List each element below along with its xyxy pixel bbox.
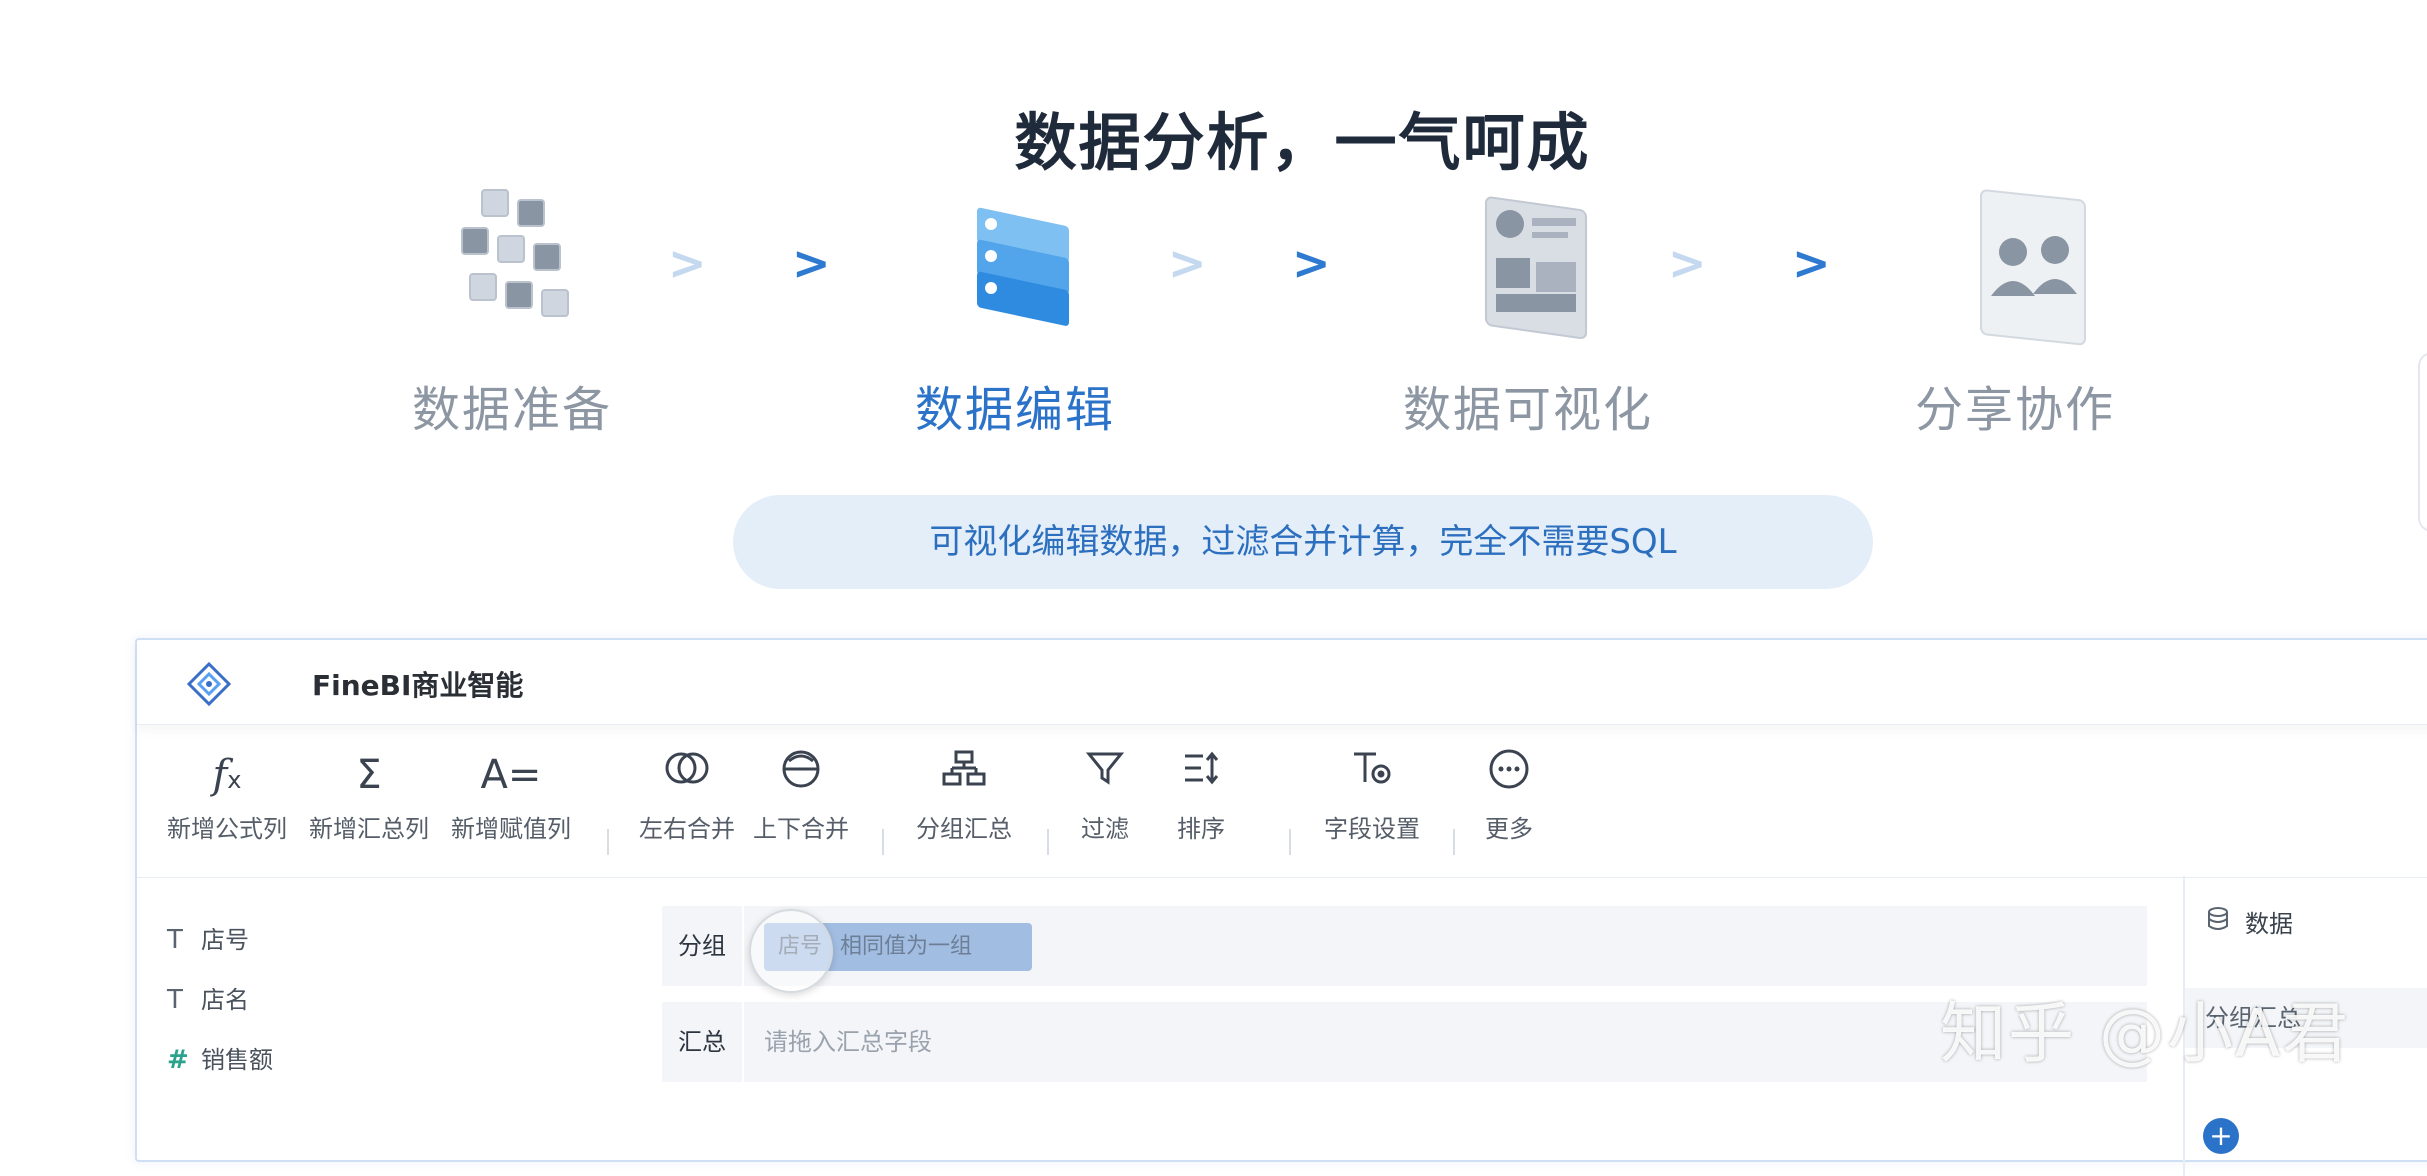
step-label: 数据编辑: [914, 382, 1115, 438]
text-type-icon: T: [167, 925, 183, 955]
group-row-label: 分组: [662, 906, 744, 986]
tool-label: 更多: [1485, 815, 1533, 843]
tool-label: 左右合并: [639, 815, 735, 843]
step-label: 分享协作: [1914, 382, 2115, 438]
data-visualization-illustration: [1438, 170, 1618, 350]
chevron-right-icon: >: [1168, 236, 1207, 290]
step-share-collaborate[interactable]: 分享协作: [1835, 170, 2195, 440]
sigma-icon: Σ: [356, 752, 382, 798]
toolbar-divider: [1047, 829, 1049, 855]
finebi-logo-icon: [185, 660, 233, 708]
sort-button[interactable]: 排序: [1171, 747, 1231, 844]
group-summary-button[interactable]: 分组汇总: [909, 747, 1019, 844]
add-summary-column-button[interactable]: Σ 新增汇总列: [309, 747, 429, 844]
toolbar-divider: [1289, 829, 1291, 855]
tool-label: 新增公式列: [167, 815, 287, 843]
side-data-label: 数据: [2245, 910, 2293, 938]
app-header: FineBI商业智能: [137, 640, 2427, 725]
step-label: 数据可视化: [1402, 382, 1653, 438]
toolbar-divider: [607, 829, 609, 855]
data-edit-illustration: [925, 170, 1105, 350]
chip-mode[interactable]: 相同值为一组: [840, 934, 972, 959]
field-item[interactable]: # 销售额: [167, 1030, 273, 1090]
field-settings-icon: [1317, 747, 1427, 803]
add-formula-column-button[interactable]: fx 新增公式列: [167, 747, 287, 844]
app-window: FineBI商业智能 fx 新增公式列 Σ 新增汇总列 A= 新增赋值列 左右合…: [135, 638, 2427, 1176]
merge-horizontal-icon: [637, 747, 737, 803]
add-step-icon[interactable]: +: [2203, 1118, 2239, 1154]
feature-tagline: 可视化编辑数据，过滤合并计算，完全不需要SQL: [733, 495, 1873, 589]
toolbar: fx 新增公式列 Σ 新增汇总列 A= 新增赋值列 左右合并 上下合并 分组汇总…: [137, 725, 2427, 878]
chevron-right-icon: >: [668, 236, 707, 290]
number-type-icon: #: [167, 1045, 189, 1075]
database-icon: [2205, 906, 2245, 938]
tool-label: 字段设置: [1324, 815, 1420, 843]
filter-icon: [1075, 747, 1135, 803]
cursor-highlight: [749, 909, 833, 993]
more-button[interactable]: 更多: [1479, 747, 1539, 844]
field-item[interactable]: T 店名: [167, 970, 273, 1030]
share-collaborate-illustration: [1925, 170, 2105, 350]
field-settings-button[interactable]: 字段设置: [1317, 747, 1427, 844]
toolbar-divider: [882, 829, 884, 855]
text-type-icon: T: [167, 985, 183, 1015]
app-title: FineBI商业智能: [312, 669, 524, 702]
tool-label: 排序: [1177, 815, 1225, 843]
assign-icon: A=: [480, 752, 542, 798]
summary-row-label: 汇总: [662, 1002, 744, 1082]
more-icon: [1479, 747, 1539, 803]
field-name: 店号: [201, 926, 249, 954]
sort-icon: [1171, 747, 1231, 803]
summary-drop-placeholder[interactable]: 请拖入汇总字段: [764, 1002, 932, 1082]
chevron-right-icon: >: [1668, 236, 1707, 290]
step-label: 数据准备: [411, 382, 612, 438]
tool-label: 上下合并: [753, 815, 849, 843]
chevron-right-icon: >: [1792, 236, 1831, 290]
side-tab[interactable]: [2418, 352, 2427, 532]
merge-horizontal-button[interactable]: 左右合并: [637, 747, 737, 844]
toolbar-divider: [1453, 829, 1455, 855]
page-headline: 数据分析，一气呵成: [1014, 106, 1591, 179]
merge-vertical-icon: [751, 747, 851, 803]
step-data-edit[interactable]: 数据编辑: [835, 170, 1195, 440]
step-data-prep[interactable]: 数据准备: [332, 170, 692, 440]
side-data-item[interactable]: 数据: [2205, 904, 2293, 939]
merge-vertical-button[interactable]: 上下合并: [751, 747, 851, 844]
tool-label: 分组汇总: [916, 815, 1012, 843]
chevron-right-icon: >: [1292, 236, 1331, 290]
tool-label: 过滤: [1081, 815, 1129, 843]
group-row[interactable]: 分组 店号 相同值为一组: [662, 906, 2147, 993]
tool-label: 新增赋值列: [451, 815, 571, 843]
tool-label: 新增汇总列: [309, 815, 429, 843]
data-prep-illustration: [422, 170, 602, 350]
filter-button[interactable]: 过滤: [1075, 747, 1135, 844]
formula-icon: fx: [212, 752, 242, 798]
summary-row[interactable]: 汇总 请拖入汇总字段: [662, 1002, 2147, 1082]
field-list: T 店号 T 店名 # 销售额: [167, 910, 273, 1090]
chevron-right-icon: >: [792, 236, 831, 290]
field-name: 销售额: [201, 1046, 273, 1074]
group-icon: [909, 747, 1019, 803]
field-name: 店名: [201, 986, 249, 1014]
add-assign-column-button[interactable]: A= 新增赋值列: [451, 747, 571, 844]
step-data-visualization[interactable]: 数据可视化: [1348, 170, 1708, 440]
watermark: 知乎 @小A君: [1940, 995, 2351, 1072]
field-item[interactable]: T 店号: [167, 910, 273, 970]
